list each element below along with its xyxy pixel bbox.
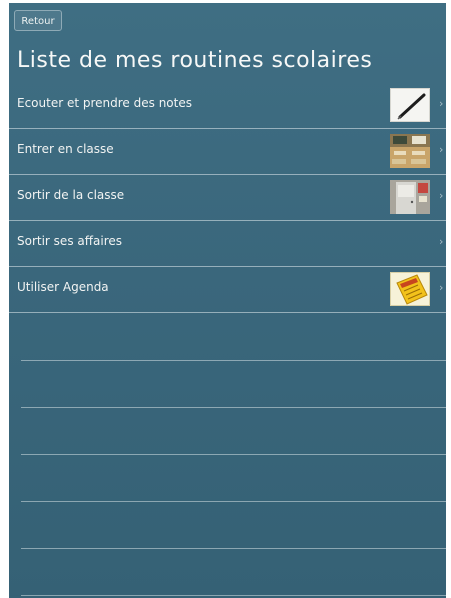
pen-icon xyxy=(390,88,430,122)
empty-row-divider xyxy=(21,407,446,408)
list-item-label: Ecouter et prendre des notes xyxy=(17,96,192,110)
back-button[interactable]: Retour xyxy=(14,10,62,31)
chalkboard-screen: Retour Liste de mes routines scolaires E… xyxy=(9,3,446,598)
chevron-right-icon: › xyxy=(439,281,444,294)
chevron-right-icon: › xyxy=(439,143,444,156)
list-item-label: Entrer en classe xyxy=(17,142,114,156)
empty-row-divider xyxy=(21,360,446,361)
list-item-agenda[interactable]: Utiliser Agenda › xyxy=(9,267,446,313)
list-item-ecouter[interactable]: Ecouter et prendre des notes › xyxy=(9,83,446,129)
list-item-label: Utiliser Agenda xyxy=(17,280,109,294)
chevron-right-icon: › xyxy=(439,235,444,248)
list-item-label: Sortir de la classe xyxy=(17,188,125,202)
list-item-sortir-affaires[interactable]: Sortir ses affaires › xyxy=(9,221,446,267)
list-item-label: Sortir ses affaires xyxy=(17,234,122,248)
classroom-photo-icon xyxy=(390,134,430,168)
empty-row-divider xyxy=(21,548,446,549)
chevron-right-icon: › xyxy=(439,189,444,202)
empty-row-divider xyxy=(21,501,446,502)
empty-row-divider xyxy=(21,454,446,455)
agenda-notebook-icon xyxy=(390,272,430,306)
list-item-sortir-classe[interactable]: Sortir de la classe › xyxy=(9,175,446,221)
page-title: Liste de mes routines scolaires xyxy=(17,48,373,73)
routine-list: Ecouter et prendre des notes › Entrer en… xyxy=(9,83,446,313)
empty-row-divider xyxy=(21,595,446,596)
list-item-entrer[interactable]: Entrer en classe › xyxy=(9,129,446,175)
classroom-door-photo-icon xyxy=(390,180,430,214)
chevron-right-icon: › xyxy=(439,97,444,110)
